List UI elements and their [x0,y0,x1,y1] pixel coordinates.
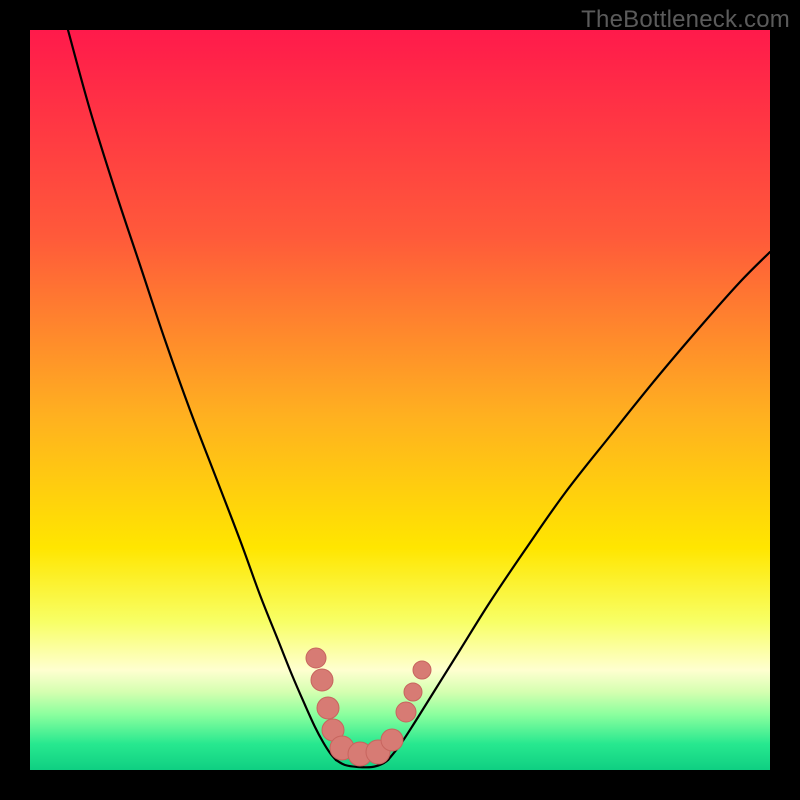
marker-dot [306,648,326,668]
marker-dot [413,661,431,679]
chart-svg [30,30,770,770]
marker-dot [396,702,416,722]
plot-area [30,30,770,770]
chart-background [30,30,770,770]
marker-dot [381,729,403,751]
watermark-text: TheBottleneck.com [581,6,790,34]
marker-dot [404,683,422,701]
marker-dot [317,697,339,719]
chart-frame: TheBottleneck.com [0,0,800,800]
marker-dot [311,669,333,691]
